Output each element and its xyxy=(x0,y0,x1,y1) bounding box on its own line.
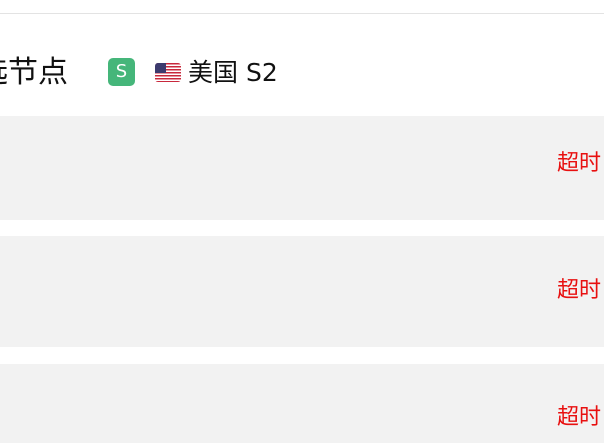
header: 选节点 S 美国 S2 xyxy=(0,52,604,94)
latency-status: 超时 xyxy=(556,151,601,176)
top-divider xyxy=(0,13,604,14)
latency-status: 超时 xyxy=(556,278,601,303)
node-list-item[interactable]: 超时 xyxy=(0,364,604,443)
us-flag-icon xyxy=(155,63,181,82)
subscription-badge[interactable]: S xyxy=(108,58,135,86)
page-title: 选节点 xyxy=(0,55,68,90)
node-list-item[interactable]: 超时 xyxy=(0,116,604,220)
node-list-item[interactable]: 超时 xyxy=(0,236,604,347)
current-node-label[interactable]: 美国 S2 xyxy=(188,52,278,94)
latency-status: 超时 xyxy=(556,405,601,430)
